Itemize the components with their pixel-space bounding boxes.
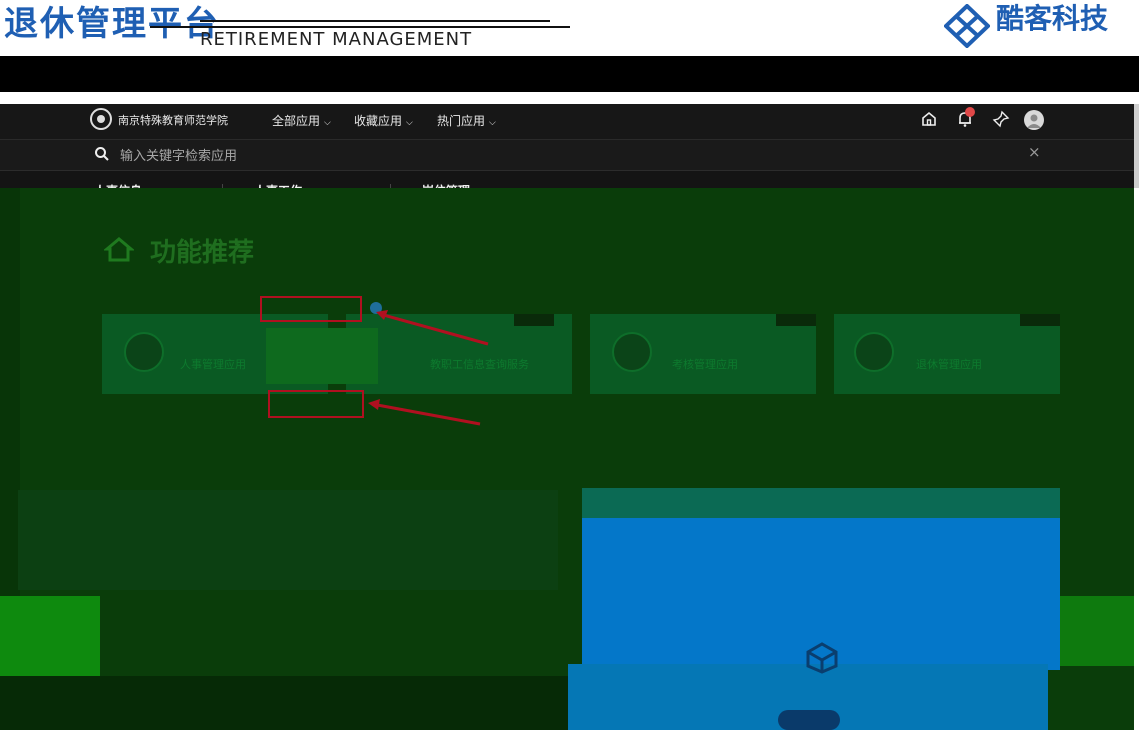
card-label: 教职工信息查询服务 bbox=[430, 358, 529, 371]
highlight-box bbox=[260, 296, 362, 322]
section-title: 功能推荐 bbox=[150, 238, 255, 268]
card-label: 考核管理应用 bbox=[672, 358, 738, 371]
marker-icon bbox=[370, 302, 382, 314]
pin-icon[interactable] bbox=[992, 110, 1010, 128]
menu-favorite-apps[interactable]: 收藏应用 ⌵ bbox=[354, 112, 413, 129]
card-tag bbox=[776, 314, 816, 326]
search-icon bbox=[95, 147, 109, 161]
avatar[interactable] bbox=[1024, 110, 1044, 130]
menu-all-apps[interactable]: 全部应用 ⌵ bbox=[272, 112, 331, 129]
dropdown-menu bbox=[266, 328, 378, 384]
app-icon bbox=[124, 332, 164, 372]
app-card[interactable] bbox=[346, 314, 572, 394]
empty-box-icon bbox=[806, 642, 838, 674]
menu-hot-apps[interactable]: 热门应用 ⌵ bbox=[437, 112, 496, 129]
chevron-down-icon: ⌵ bbox=[406, 118, 413, 128]
company-logo-icon bbox=[944, 4, 990, 48]
user-icon bbox=[1027, 114, 1041, 128]
home-icon bbox=[104, 237, 134, 262]
banner-divider bbox=[200, 20, 550, 22]
category-bar bbox=[0, 171, 1139, 189]
content-panel bbox=[18, 490, 558, 590]
top-banner: 退休管理平台 RETIREMENT MANAGEMENT 酷客科技 bbox=[0, 0, 1139, 56]
menu-label: 热门应用 bbox=[437, 114, 486, 128]
banner-divider bbox=[150, 26, 570, 28]
close-icon[interactable]: × bbox=[1028, 143, 1041, 161]
scrollbar[interactable] bbox=[1134, 104, 1139, 188]
page-edge bbox=[1134, 188, 1139, 730]
card-tag bbox=[514, 314, 554, 326]
panel-header bbox=[582, 488, 1060, 518]
menu-label: 全部应用 bbox=[272, 114, 321, 128]
company-logo-text: 酷客科技 bbox=[996, 2, 1109, 35]
content-panel bbox=[1060, 596, 1134, 666]
banner-subtitle: RETIREMENT MANAGEMENT bbox=[200, 29, 473, 50]
chevron-down-icon: ⌵ bbox=[324, 118, 331, 128]
action-button[interactable] bbox=[778, 710, 840, 730]
banner-title: 退休管理平台 bbox=[4, 4, 220, 44]
spacer bbox=[0, 92, 1139, 104]
notification-badge bbox=[965, 107, 975, 117]
card-label: 人事管理应用 bbox=[180, 358, 246, 371]
card-tag bbox=[1020, 314, 1060, 326]
black-bar bbox=[0, 56, 1139, 92]
home-icon[interactable] bbox=[920, 110, 938, 128]
search-input[interactable] bbox=[118, 144, 1002, 168]
school-name[interactable]: 南京特殊教育师范学院 bbox=[118, 112, 228, 128]
highlight-box bbox=[268, 390, 364, 418]
app-icon bbox=[612, 332, 652, 372]
menu-label: 收藏应用 bbox=[354, 114, 403, 128]
content-panel bbox=[0, 596, 100, 676]
chevron-down-icon: ⌵ bbox=[489, 118, 496, 128]
school-logo-icon[interactable] bbox=[90, 108, 112, 130]
app-icon bbox=[854, 332, 894, 372]
card-label: 退休管理应用 bbox=[916, 358, 982, 371]
content-panel bbox=[0, 676, 568, 730]
